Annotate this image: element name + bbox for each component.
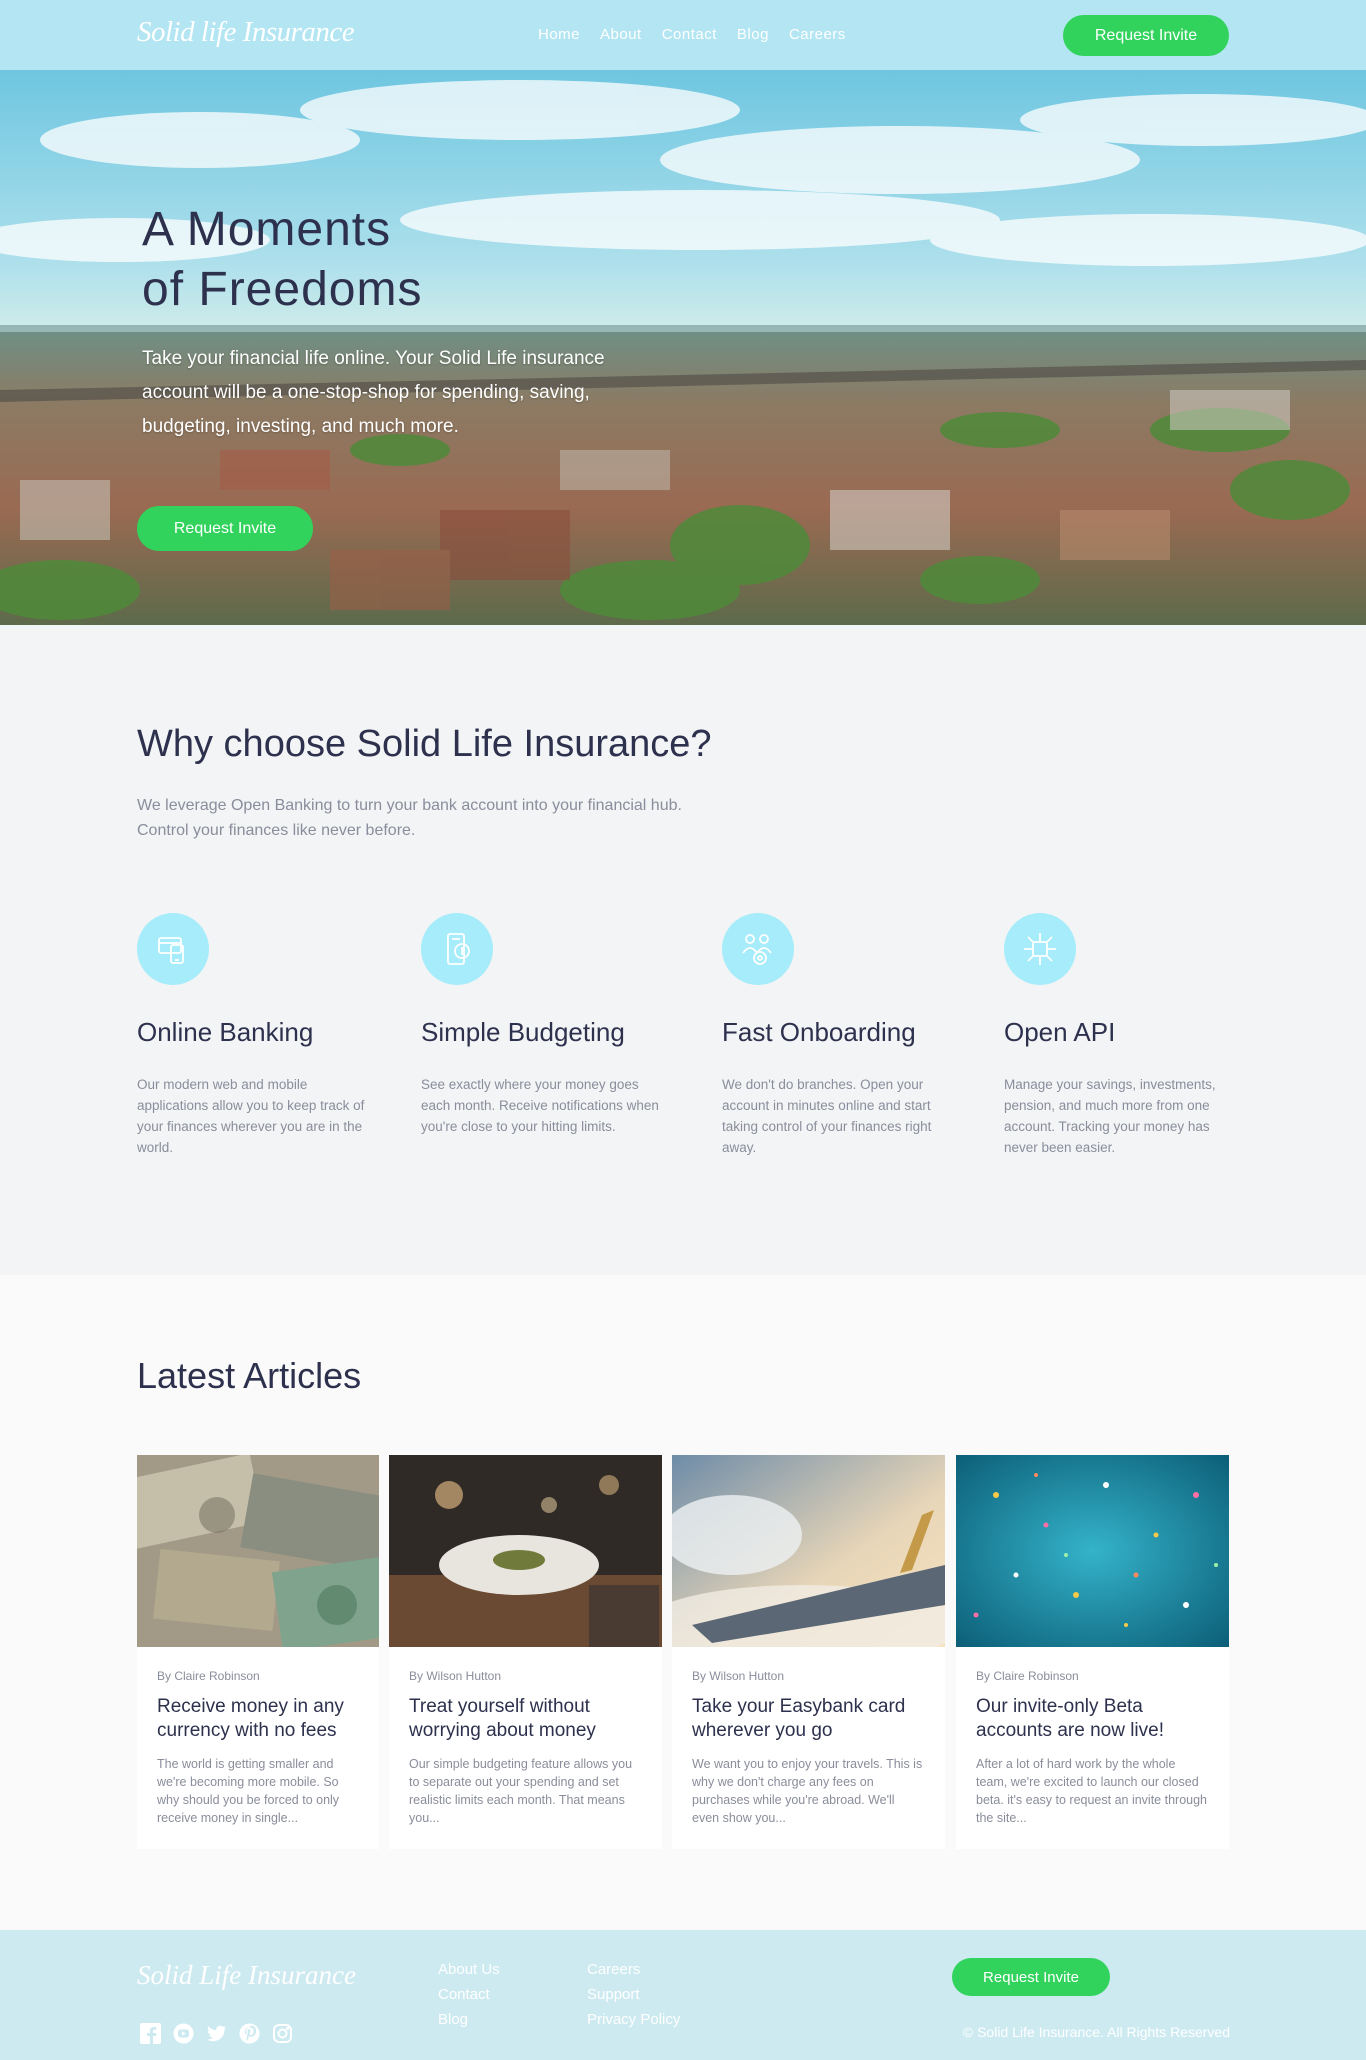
nav-home[interactable]: Home [538, 26, 580, 43]
article-excerpt: The world is getting smaller and we're b… [157, 1757, 340, 1825]
hero-request-invite-button[interactable]: Request Invite [137, 506, 313, 551]
api-icon [1004, 913, 1076, 985]
article-author: By Wilson Hutton [692, 1669, 785, 1683]
onboarding-icon [722, 913, 794, 985]
instagram-icon[interactable] [272, 2023, 293, 2044]
site-logo[interactable]: Solid life Insurance [137, 16, 355, 49]
footer-link-privacy[interactable]: Privacy Policy [587, 2010, 680, 2029]
article-card[interactable]: By Wilson Hutton Take your Easybank card… [672, 1455, 945, 1849]
twitter-icon[interactable] [206, 2023, 227, 2044]
feature-title: Open API [1004, 1017, 1116, 1047]
pinterest-icon[interactable] [239, 2023, 260, 2044]
main-nav: Home About Contact Blog Careers [538, 26, 846, 43]
article-image-confetti [956, 1455, 1229, 1647]
feature-text: We don't do branches. Open your account … [722, 1077, 932, 1155]
hero-section: A Moments of Freedoms Take your financia… [0, 70, 1366, 625]
why-lead: We leverage Open Banking to turn your ba… [137, 793, 757, 843]
facebook-icon[interactable] [140, 2023, 161, 2044]
social-links [140, 2023, 293, 2044]
nav-about[interactable]: About [600, 26, 642, 43]
why-title: Why choose Solid Life Insurance? [137, 723, 712, 765]
site-header: Solid life Insurance Home About Contact … [0, 0, 1366, 70]
feature-simple-budgeting: Simple Budgeting See exactly where your … [421, 913, 661, 1137]
header-request-invite-button[interactable]: Request Invite [1063, 15, 1229, 56]
article-author: By Claire Robinson [976, 1669, 1079, 1683]
article-title[interactable]: Receive money in any currency with no fe… [157, 1695, 359, 1743]
article-title[interactable]: Take your Easybank card wherever you go [692, 1695, 925, 1743]
article-image-airplane [672, 1455, 945, 1647]
footer-link-about[interactable]: About Us [438, 1960, 500, 1979]
feature-text: Manage your savings, investments, pensio… [1004, 1077, 1216, 1155]
footer-link-careers[interactable]: Careers [587, 1960, 680, 1979]
article-card[interactable]: By Wilson Hutton Treat yourself without … [389, 1455, 662, 1849]
articles-section: Latest Articles By Claire Robinson Recei… [0, 1275, 1366, 1930]
footer-link-support[interactable]: Support [587, 1985, 680, 2004]
footer-logo[interactable]: Solid Life Insurance [137, 1960, 356, 1991]
article-title[interactable]: Our invite-only Beta accounts are now li… [976, 1695, 1209, 1743]
article-card[interactable]: By Claire Robinson Receive money in any … [137, 1455, 379, 1849]
article-title[interactable]: Treat yourself without worrying about mo… [409, 1695, 642, 1743]
feature-fast-onboarding: Fast Onboarding We don't do branches. Op… [722, 913, 962, 1158]
why-section: Why choose Solid Life Insurance? We leve… [0, 625, 1366, 1275]
feature-title: Fast Onboarding [722, 1017, 916, 1047]
article-image-currency [137, 1455, 379, 1647]
feature-online-banking: Online Banking Our modern web and mobile… [137, 913, 377, 1158]
article-image-restaurant [389, 1455, 662, 1647]
article-author: By Claire Robinson [157, 1669, 260, 1683]
hero-title-line1: A Moments [142, 203, 392, 256]
online-banking-icon [137, 913, 209, 985]
hero-title-line2: of Freedoms [142, 263, 423, 316]
article-excerpt: After a lot of hard work by the whole te… [976, 1757, 1207, 1825]
feature-title: Online Banking [137, 1017, 314, 1047]
nav-careers[interactable]: Careers [789, 26, 846, 43]
footer-links-col1: About Us Contact Blog [438, 1960, 500, 2029]
hero-description: Take your financial life online. Your So… [142, 348, 605, 437]
article-excerpt: Our simple budgeting feature allows you … [409, 1757, 633, 1825]
articles-title: Latest Articles [137, 1355, 362, 1396]
hero-title: A Moments of Freedoms [142, 200, 422, 320]
footer-link-blog[interactable]: Blog [438, 2010, 500, 2029]
article-card[interactable]: By Claire Robinson Our invite-only Beta … [956, 1455, 1229, 1849]
feature-title: Simple Budgeting [421, 1017, 625, 1047]
why-lead-line2: Control your finances like never before. [137, 822, 416, 839]
feature-text: Our modern web and mobile applications a… [137, 1077, 365, 1155]
budgeting-icon [421, 913, 493, 985]
youtube-icon[interactable] [173, 2023, 194, 2044]
nav-blog[interactable]: Blog [737, 26, 769, 43]
nav-contact[interactable]: Contact [662, 26, 717, 43]
footer-link-contact[interactable]: Contact [438, 1985, 500, 2004]
footer-links-col2: Careers Support Privacy Policy [587, 1960, 680, 2029]
article-excerpt: We want you to enjoy your travels. This … [692, 1757, 923, 1825]
feature-open-api: Open API Manage your savings, investment… [1004, 913, 1244, 1158]
site-footer: Solid Life Insurance About Us Contact Bl… [0, 1930, 1366, 2060]
why-lead-line1: We leverage Open Banking to turn your ba… [137, 797, 682, 814]
copyright-text: © Solid Life Insurance. All Rights Reser… [962, 2024, 1230, 2040]
footer-request-invite-button[interactable]: Request Invite [952, 1958, 1110, 1996]
feature-text: See exactly where your money goes each m… [421, 1077, 659, 1134]
article-author: By Wilson Hutton [409, 1669, 502, 1683]
